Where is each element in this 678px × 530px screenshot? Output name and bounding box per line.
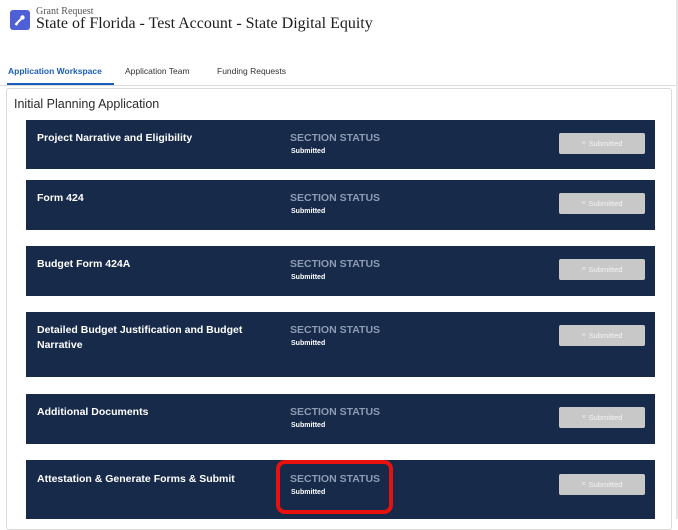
tab-funding-requests[interactable]: Funding Requests xyxy=(217,66,286,76)
tab-application-team[interactable]: Application Team xyxy=(125,66,190,76)
section-status-value: Submitted xyxy=(291,208,326,215)
panel-title: Initial Planning Application xyxy=(14,97,160,111)
submitted-button-label: Submitted xyxy=(588,331,623,340)
submitted-button[interactable]: ≡ Submitted xyxy=(559,193,645,214)
section-status-value: Submitted xyxy=(291,274,326,281)
record-header: Grant Request State of Florida - Test Ac… xyxy=(0,0,678,60)
section-name: Attestation & Generate Forms & Submit xyxy=(37,473,235,485)
section-status-value: Submitted xyxy=(291,340,326,347)
page-title: State of Florida - Test Account - State … xyxy=(36,15,373,32)
section-status-highlight xyxy=(276,460,393,514)
submitted-button-label: Submitted xyxy=(588,199,623,208)
section-status-label: SECTION STATUS xyxy=(290,132,381,144)
section-status-label: SECTION STATUS xyxy=(290,324,381,336)
tab-application-workspace[interactable]: Application Workspace xyxy=(8,66,102,76)
submitted-button[interactable]: ≡ Submitted xyxy=(559,407,645,428)
grant-request-icon xyxy=(10,10,30,30)
submitted-button-label: Submitted xyxy=(588,139,623,148)
section-card-project-narrative: Project Narrative and Eligibility SECTIO… xyxy=(26,120,655,169)
submitted-button[interactable]: ≡ Submitted xyxy=(559,133,645,154)
section-status-value: Submitted xyxy=(291,422,326,429)
section-name: Additional Documents xyxy=(37,406,149,418)
section-card-additional-documents: Additional Documents SECTION STATUS Subm… xyxy=(26,394,655,444)
tab-divider xyxy=(0,85,678,86)
document-check-icon: ≡ xyxy=(581,332,586,339)
section-status-label: SECTION STATUS xyxy=(290,258,381,270)
section-status-label: SECTION STATUS xyxy=(290,192,381,204)
submitted-button-label: Submitted xyxy=(588,265,623,274)
section-card-detailed-budget: Detailed Budget Justification and Budget… xyxy=(26,312,655,377)
document-check-icon: ≡ xyxy=(581,140,586,147)
submitted-button-label: Submitted xyxy=(588,413,623,422)
section-card-budget-form-424a: Budget Form 424A SECTION STATUS Submitte… xyxy=(26,246,655,296)
section-name: Project Narrative and Eligibility xyxy=(37,132,193,144)
section-name: Form 424 xyxy=(37,192,84,204)
document-check-icon: ≡ xyxy=(581,266,586,273)
submitted-button[interactable]: ≡ Submitted xyxy=(559,474,645,495)
section-card-form-424: Form 424 SECTION STATUS Submitted ≡ Subm… xyxy=(26,180,655,230)
submitted-button-label: Submitted xyxy=(588,480,623,489)
section-name: Budget Form 424A xyxy=(37,258,131,270)
section-status-label: SECTION STATUS xyxy=(290,406,381,418)
section-status-value: Submitted xyxy=(291,148,326,155)
document-check-icon: ≡ xyxy=(581,481,586,488)
submitted-button[interactable]: ≡ Submitted xyxy=(559,325,645,346)
section-name: Detailed Budget Justification and Budget… xyxy=(37,324,243,351)
submitted-button[interactable]: ≡ Submitted xyxy=(559,259,645,280)
document-check-icon: ≡ xyxy=(581,200,586,207)
document-check-icon: ≡ xyxy=(581,414,586,421)
